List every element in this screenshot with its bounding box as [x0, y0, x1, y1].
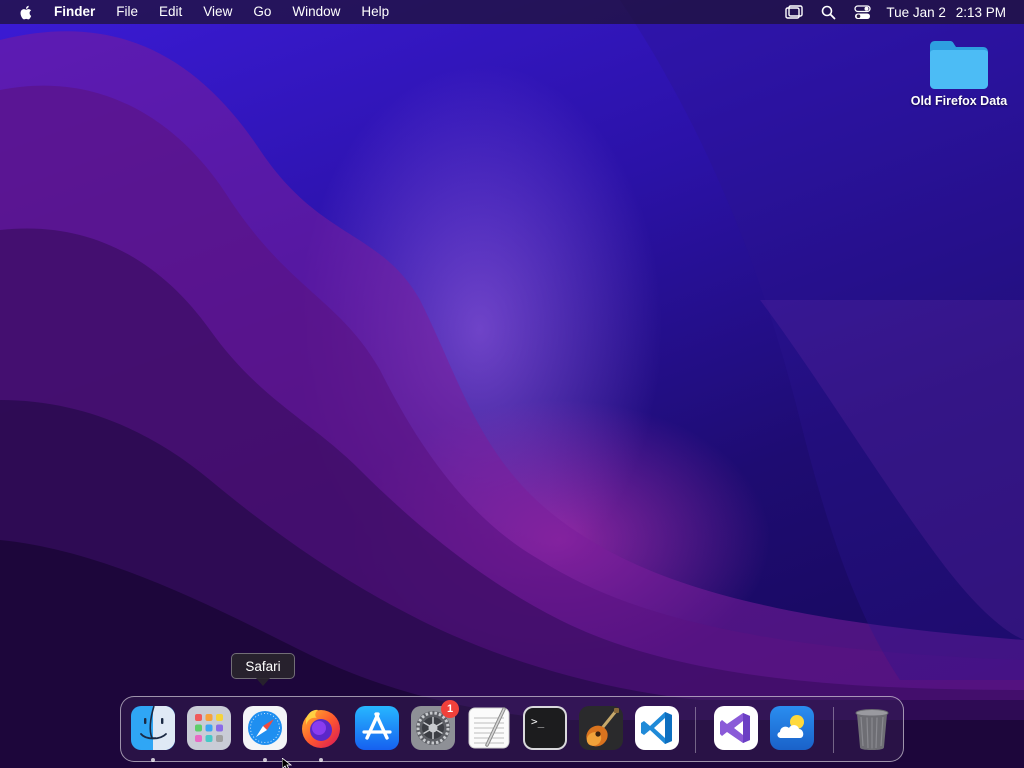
dock-item-terminal[interactable]: >_ [522, 705, 568, 751]
dock-item-firefox[interactable] [298, 705, 344, 762]
weather-icon [770, 706, 814, 750]
menu-view[interactable]: View [203, 0, 232, 24]
dock-tooltip: Safari [231, 653, 295, 686]
apple-menu-icon[interactable] [18, 3, 34, 21]
dock-item-safari[interactable] [242, 705, 288, 762]
running-indicator [263, 758, 267, 762]
dock-item-vscode[interactable] [634, 705, 680, 751]
clock-time: 2:13 PM [955, 4, 1006, 20]
desktop-folder-old-firefox-data[interactable]: Old Firefox Data [905, 38, 1013, 108]
tooltip-arrow [256, 678, 270, 686]
status-area: Tue Jan 2 2:13 PM [770, 2, 1014, 22]
firefox-icon [302, 709, 340, 748]
wallpaper [0, 0, 1024, 768]
folder-label: Old Firefox Data [910, 94, 1008, 108]
terminal-prompt: >_ [531, 715, 545, 728]
dock-separator [695, 707, 696, 753]
trash-icon [855, 709, 889, 750]
launchpad-icon [187, 706, 231, 750]
menu-file[interactable]: File [116, 0, 138, 24]
running-indicator [151, 758, 155, 762]
menu-bar: Finder File Edit View Go Window Help Tue… [0, 0, 1024, 24]
dock-item-finder[interactable] [130, 705, 176, 762]
folder-icon [930, 41, 988, 89]
dock-item-launchpad[interactable] [186, 705, 232, 751]
visual-studio-icon [714, 706, 758, 750]
dock-item-textedit[interactable] [466, 705, 512, 751]
screen-mirroring-icon[interactable] [784, 2, 804, 22]
terminal-icon: >_ [523, 706, 567, 750]
app-store-icon [355, 706, 399, 750]
search-icon[interactable] [818, 2, 838, 22]
menu-help[interactable]: Help [361, 0, 389, 24]
garageband-icon [579, 706, 623, 750]
menu-clock[interactable]: Tue Jan 2 2:13 PM [886, 5, 1006, 20]
running-indicator [319, 758, 323, 762]
finder-icon [131, 705, 175, 750]
desktop[interactable]: Finder File Edit View Go Window Help Tue… [0, 0, 1024, 768]
vscode-icon [635, 706, 679, 750]
dock-item-system-settings[interactable]: 1 [410, 700, 459, 751]
menu-go[interactable]: Go [253, 0, 271, 24]
dock-item-visual-studio[interactable] [713, 705, 759, 751]
control-center-icon[interactable] [852, 2, 872, 22]
dock-separator [833, 707, 834, 753]
clock-date: Tue Jan 2 [886, 4, 946, 20]
menu-edit[interactable]: Edit [159, 0, 182, 24]
textedit-icon [468, 707, 510, 749]
mouse-cursor-icon [282, 758, 292, 768]
notification-badge: 1 [441, 700, 459, 718]
safari-icon [243, 706, 287, 750]
menu-window[interactable]: Window [292, 0, 340, 24]
dock-tooltip-label: Safari [245, 658, 281, 674]
menu-app-name[interactable]: Finder [54, 0, 95, 24]
dock-item-weather[interactable] [769, 705, 815, 751]
dock: 1 >_ [120, 696, 904, 762]
dock-item-trash[interactable] [849, 705, 895, 751]
dock-item-garageband[interactable] [578, 705, 624, 751]
dock-item-app-store[interactable] [354, 705, 400, 751]
